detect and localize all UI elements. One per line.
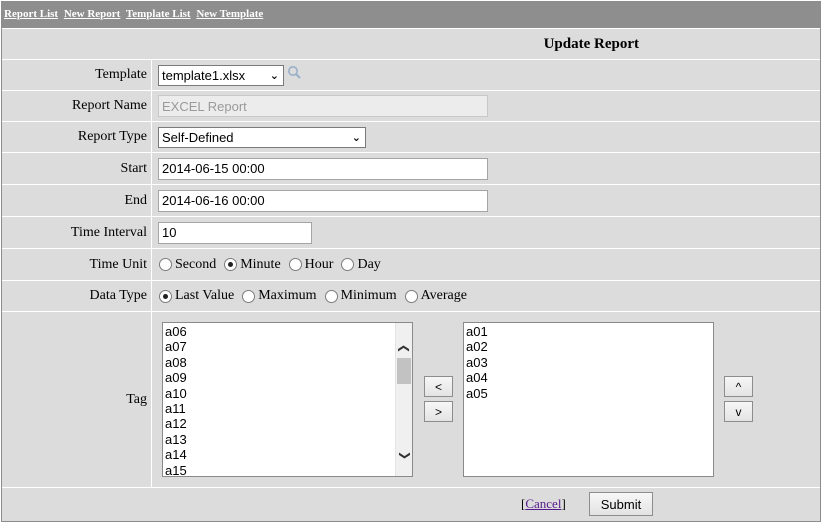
time-unit-day-label: Day bbox=[357, 256, 381, 272]
time-unit-minute-radio[interactable]: Minute bbox=[224, 256, 281, 273]
data-type-row: Data Type Last Value Maximum Minimum Ave… bbox=[2, 280, 820, 311]
data-type-maximum-label: Maximum bbox=[258, 288, 317, 303]
page-title: Update Report bbox=[543, 35, 639, 52]
data-type-average-radio[interactable]: Average bbox=[404, 288, 467, 304]
submit-button[interactable]: Submit bbox=[589, 492, 653, 516]
list-item[interactable]: a13 bbox=[165, 432, 410, 447]
time-interval-value: 10 bbox=[162, 225, 177, 240]
time-interval-label: Time Interval bbox=[2, 217, 152, 248]
radio-circle-icon bbox=[288, 258, 302, 271]
report-name-label: Report Name bbox=[2, 91, 152, 121]
nav-report-list-link[interactable]: Report List bbox=[4, 8, 58, 20]
time-interval-row: Time Interval 10 bbox=[2, 216, 820, 248]
scrollbar-thumb[interactable] bbox=[397, 358, 411, 384]
radio-circle-icon bbox=[341, 258, 355, 271]
chevron-down-icon: ⌄ bbox=[269, 69, 279, 82]
cancel-link[interactable]: Cancel bbox=[525, 496, 561, 511]
chevron-down-icon: ⌄ bbox=[351, 131, 361, 144]
move-right-button[interactable]: > bbox=[424, 401, 453, 422]
report-form-frame: Report List New Report Template List New… bbox=[1, 1, 821, 522]
list-item[interactable]: a04 bbox=[466, 370, 711, 385]
list-item[interactable]: a11 bbox=[165, 401, 410, 416]
time-unit-label: Time Unit bbox=[2, 249, 152, 280]
list-item[interactable]: a15 bbox=[165, 463, 410, 476]
list-item[interactable]: a03 bbox=[466, 355, 711, 370]
nav-new-report-link[interactable]: New Report bbox=[64, 8, 121, 20]
time-unit-second-label: Second bbox=[175, 256, 217, 272]
end-label: End bbox=[2, 185, 152, 216]
start-input[interactable]: 2014-06-15 00:00 bbox=[158, 157, 488, 180]
time-unit-second-radio[interactable]: Second bbox=[159, 257, 216, 273]
start-value: 2014-06-15 00:00 bbox=[162, 161, 265, 176]
template-select[interactable]: template1.xlsx ⌄ bbox=[158, 64, 284, 86]
list-item[interactable]: a06 bbox=[165, 324, 410, 339]
end-value: 2014-06-16 00:00 bbox=[162, 193, 265, 208]
move-left-button[interactable]: < bbox=[424, 376, 453, 397]
move-down-button[interactable]: v bbox=[724, 401, 753, 422]
template-label: Template bbox=[2, 60, 152, 90]
template-value: template1.xlsx bbox=[162, 67, 246, 83]
end-input[interactable]: 2014-06-16 00:00 bbox=[158, 189, 488, 212]
time-unit-minute-label: Minute bbox=[240, 256, 281, 272]
data-type-last-value-radio[interactable]: Last Value bbox=[159, 288, 234, 304]
report-name-placeholder: EXCEL Report bbox=[162, 98, 247, 114]
move-up-button[interactable]: ^ bbox=[724, 376, 753, 397]
data-type-minimum-radio[interactable]: Minimum bbox=[324, 288, 397, 304]
data-type-minimum-label: Minimum bbox=[340, 288, 397, 303]
end-row: End 2014-06-16 00:00 bbox=[2, 184, 820, 216]
report-type-label: Report Type bbox=[2, 122, 152, 152]
list-item[interactable]: a14 bbox=[165, 447, 410, 462]
nav-bar: Report List New Report Template List New… bbox=[2, 2, 820, 28]
chevron-down-icon[interactable]: ❯ bbox=[396, 448, 413, 464]
list-item[interactable]: a12 bbox=[165, 416, 410, 431]
report-name-row: Report Name EXCEL Report bbox=[2, 90, 820, 121]
radio-circle-icon bbox=[242, 289, 256, 303]
list-item[interactable]: a01 bbox=[466, 324, 711, 339]
list-item[interactable]: a10 bbox=[165, 386, 410, 401]
start-row: Start 2014-06-15 00:00 bbox=[2, 152, 820, 184]
report-type-row: Report Type Self-Defined ⌄ bbox=[2, 121, 820, 152]
chevron-up-icon[interactable]: ❯ bbox=[396, 341, 413, 357]
radio-selected-icon bbox=[159, 289, 172, 303]
list-item[interactable]: a02 bbox=[466, 339, 711, 354]
start-label: Start bbox=[2, 153, 152, 184]
selected-tags-listbox[interactable]: a01 a02 a03 a04 a05 bbox=[463, 322, 714, 477]
radio-selected-icon bbox=[224, 258, 238, 271]
radio-circle-icon bbox=[404, 289, 418, 303]
time-interval-input[interactable]: 10 bbox=[158, 221, 312, 244]
list-item[interactable]: a08 bbox=[165, 355, 410, 370]
nav-template-list-link[interactable]: Template List bbox=[126, 8, 191, 20]
time-unit-hour-radio[interactable]: Hour bbox=[288, 256, 334, 273]
cancel-link-wrapper: [Cancel] bbox=[521, 496, 566, 511]
time-unit-row: Time Unit Second Minute Hour Day bbox=[2, 248, 820, 280]
radio-circle-icon bbox=[324, 289, 338, 303]
data-type-average-label: Average bbox=[420, 288, 467, 303]
template-row: Template template1.xlsx ⌄ bbox=[2, 59, 820, 90]
footer-row: [Cancel] Submit bbox=[2, 487, 820, 521]
tag-row: Tag a06 a07 a08 a09 a10 a11 a12 a13 a14 … bbox=[2, 311, 820, 487]
title-row: Update Report bbox=[2, 28, 820, 59]
report-type-value: Self-Defined bbox=[162, 129, 234, 145]
nav-new-template-link[interactable]: New Template bbox=[196, 8, 263, 20]
time-unit-day-radio[interactable]: Day bbox=[341, 256, 381, 273]
available-tags-listbox[interactable]: a06 a07 a08 a09 a10 a11 a12 a13 a14 a15 … bbox=[162, 322, 413, 477]
list-item[interactable]: a09 bbox=[165, 370, 410, 385]
report-name-input[interactable]: EXCEL Report bbox=[158, 95, 488, 117]
list-item[interactable]: a05 bbox=[466, 386, 711, 401]
data-type-label: Data Type bbox=[2, 281, 152, 311]
report-type-select[interactable]: Self-Defined ⌄ bbox=[158, 126, 366, 148]
time-unit-hour-label: Hour bbox=[304, 256, 334, 272]
list-item[interactable]: a07 bbox=[165, 339, 410, 354]
data-type-last-value-label: Last Value bbox=[175, 288, 235, 303]
data-type-maximum-radio[interactable]: Maximum bbox=[242, 288, 317, 304]
radio-circle-icon bbox=[159, 258, 172, 271]
tag-label: Tag bbox=[2, 312, 152, 487]
available-tags-scrollbar[interactable]: ❯ ❯ bbox=[395, 323, 412, 476]
search-icon[interactable] bbox=[287, 65, 301, 79]
